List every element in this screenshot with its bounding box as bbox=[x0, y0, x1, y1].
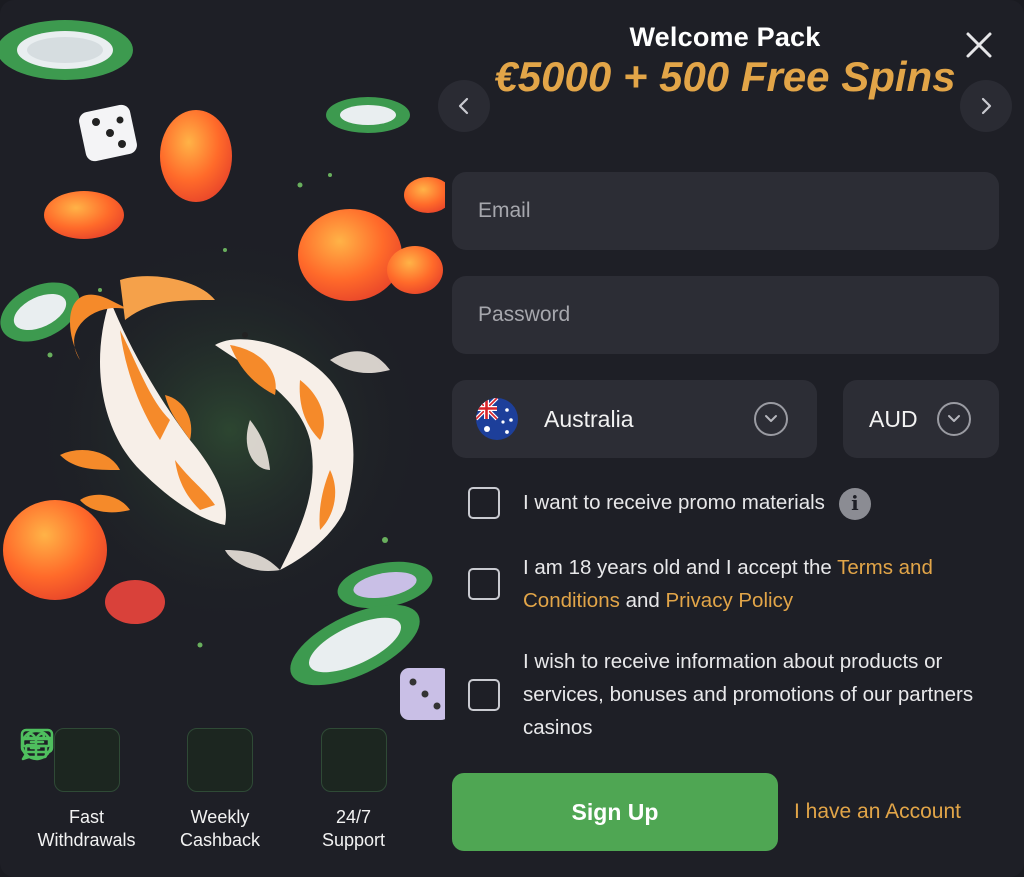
chevron-down-icon bbox=[754, 402, 788, 436]
currency-select[interactable]: AUD bbox=[843, 380, 999, 458]
password-field-container bbox=[452, 276, 999, 354]
info-icon[interactable]: i bbox=[838, 487, 871, 520]
password-input[interactable] bbox=[478, 303, 999, 327]
partners-label: I wish to receive information about prod… bbox=[523, 650, 974, 739]
promo-materials-checkbox[interactable] bbox=[468, 486, 500, 519]
email-field-container bbox=[452, 172, 999, 250]
promo-materials-row: I want to receive promo materials i bbox=[468, 486, 1003, 520]
promo-artwork: Fast Withdrawals Weekly Cashback 24/7 Su… bbox=[0, 0, 445, 877]
terms-checkbox[interactable] bbox=[468, 568, 500, 600]
chevron-right-icon bbox=[981, 97, 992, 115]
card-icon bbox=[20, 728, 120, 792]
next-offer-button[interactable] bbox=[960, 80, 1012, 132]
chevron-down-icon bbox=[937, 402, 971, 436]
modal-title: Welcome Pack bbox=[629, 22, 821, 52]
features-list: Fast Withdrawals Weekly Cashback 24/7 Su… bbox=[20, 728, 420, 852]
country-value: Australia bbox=[544, 405, 634, 432]
feature-label: Fast Withdrawals bbox=[37, 807, 136, 850]
email-input[interactable] bbox=[478, 199, 999, 223]
feature-weekly-cashback: Weekly Cashback bbox=[21, 728, 287, 852]
terms-label: I am 18 years old and I accept the Terms… bbox=[523, 551, 1003, 617]
country-select[interactable]: Australia bbox=[452, 380, 817, 458]
casino-chip-icon bbox=[0, 20, 133, 80]
privacy-policy-link[interactable]: Privacy Policy bbox=[665, 589, 793, 612]
close-button[interactable] bbox=[956, 22, 1002, 68]
koi-fish-illustration bbox=[0, 20, 445, 720]
have-account-link[interactable]: I have an Account bbox=[794, 800, 961, 824]
promo-materials-label: I want to receive promo materials i bbox=[523, 486, 871, 520]
sign-up-button[interactable]: Sign Up bbox=[452, 773, 778, 851]
previous-offer-button[interactable] bbox=[438, 80, 490, 132]
signup-modal: Fast Withdrawals Weekly Cashback 24/7 Su… bbox=[0, 0, 1024, 877]
and-text: and bbox=[619, 589, 666, 612]
terms-prefix-text: I am 18 years old and I accept the bbox=[523, 556, 838, 579]
promo-materials-text: I want to receive promo materials bbox=[523, 491, 825, 514]
gift-icon bbox=[21, 728, 253, 792]
terms-row: I am 18 years old and I accept the Terms… bbox=[468, 551, 1003, 617]
feature-label: Weekly Cashback bbox=[179, 807, 261, 850]
dice-icon bbox=[79, 104, 137, 162]
chevron-left-icon bbox=[458, 97, 469, 115]
promo-headline: €5000 + 500 Free Spins bbox=[494, 53, 956, 100]
australia-flag-icon bbox=[476, 398, 518, 440]
partners-checkbox[interactable] bbox=[468, 678, 500, 711]
feature-support: 24/7 Support bbox=[20, 728, 420, 852]
close-icon bbox=[966, 32, 992, 58]
currency-value: AUD bbox=[869, 405, 918, 432]
partners-row: I wish to receive information about prod… bbox=[468, 645, 1003, 744]
chat-icon bbox=[20, 728, 387, 792]
feature-label: 24/7 Support bbox=[321, 807, 386, 850]
